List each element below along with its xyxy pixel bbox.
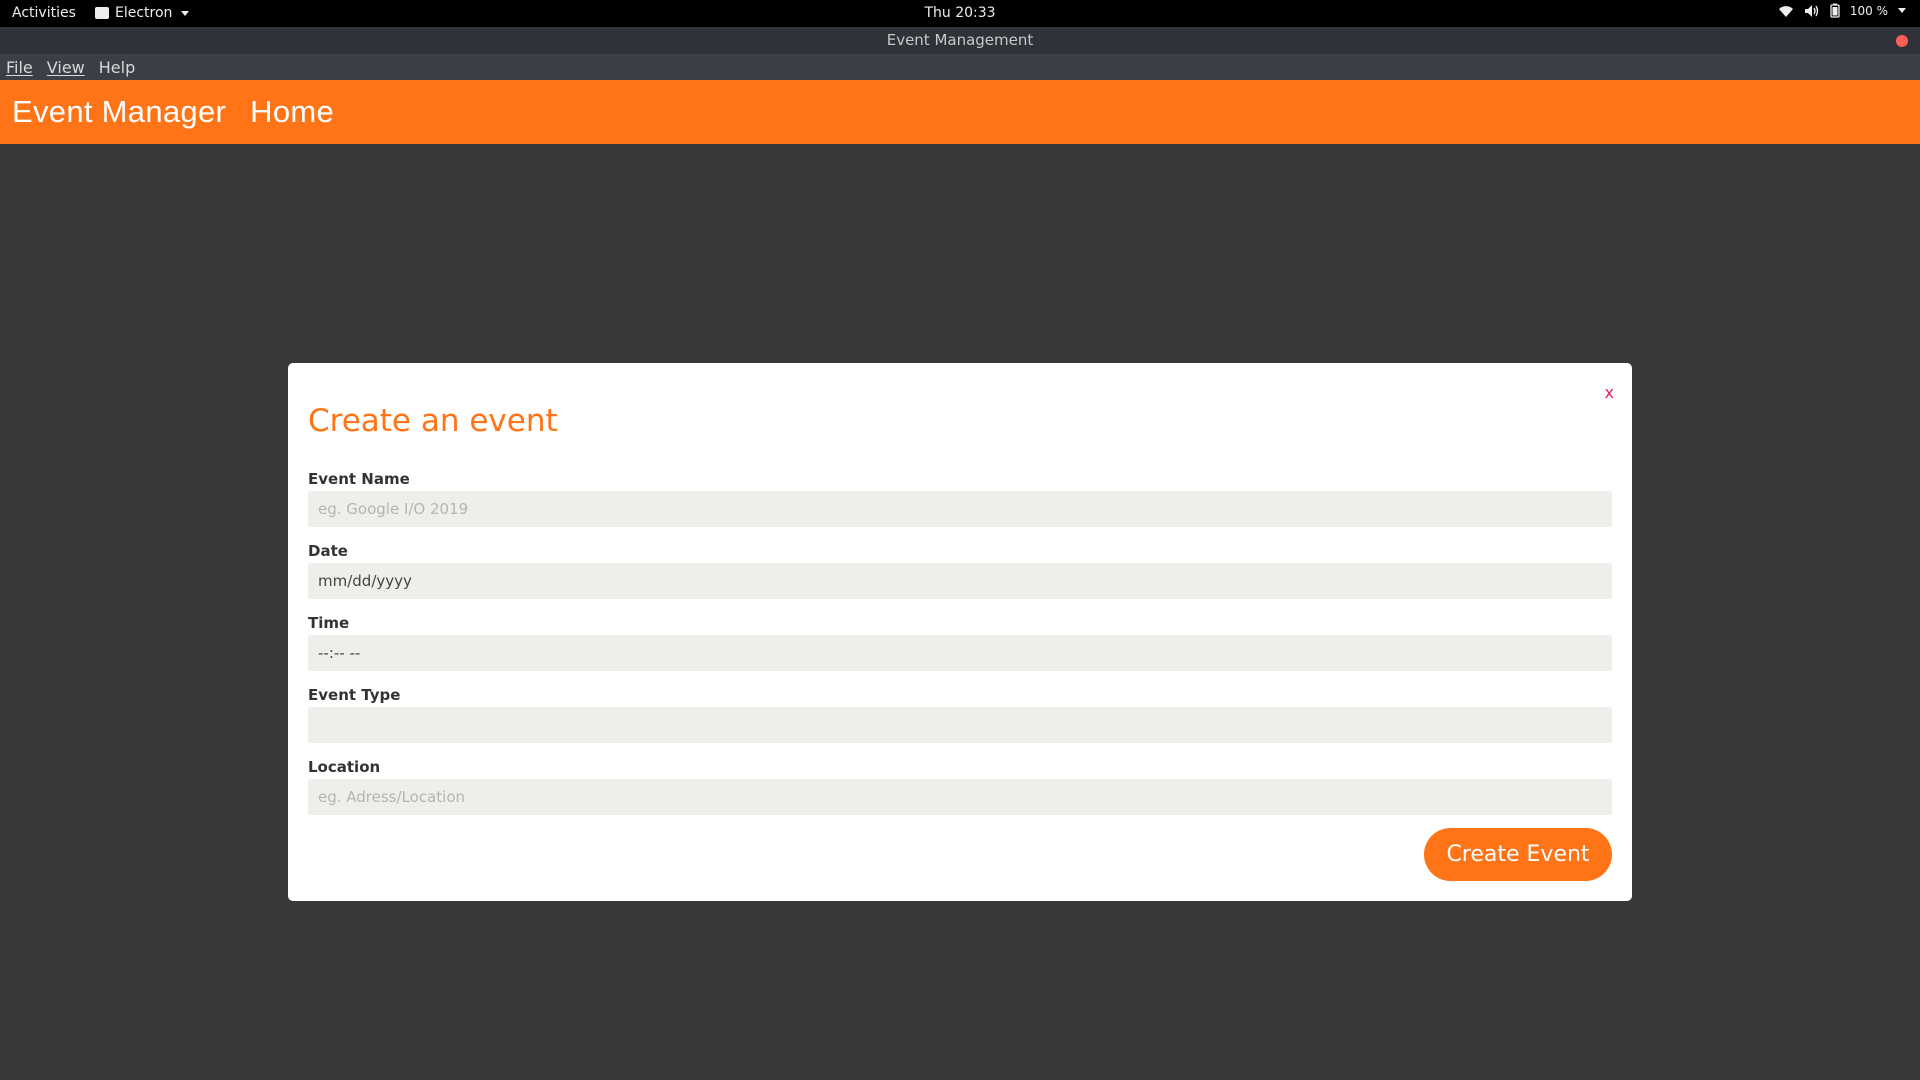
- nav-home-link[interactable]: Home: [250, 94, 334, 130]
- date-field: Date mm/dd/yyyy: [308, 539, 1612, 599]
- modal-title: Create an event: [308, 403, 558, 439]
- window-title: Event Management: [886, 31, 1034, 49]
- create-event-button[interactable]: Create Event: [1424, 828, 1612, 881]
- window-close-button[interactable]: [1896, 35, 1908, 47]
- location-input[interactable]: eg. Adress/Location: [308, 779, 1612, 815]
- battery-icon: [1830, 3, 1840, 18]
- date-label: Date: [308, 542, 348, 560]
- chevron-down-icon: [1898, 8, 1906, 13]
- time-input[interactable]: --:-- --: [308, 635, 1612, 671]
- time-label: Time: [308, 614, 350, 632]
- menu-bar: File View Help: [0, 54, 1920, 80]
- event-name-label: Event Name: [308, 470, 410, 488]
- battery-percent: 100 %: [1849, 3, 1888, 18]
- menu-view[interactable]: View: [47, 58, 85, 77]
- event-type-label: Event Type: [308, 686, 401, 704]
- system-top-bar: Activities Electron Thu 20:33 100 %: [0, 0, 1920, 27]
- date-input[interactable]: mm/dd/yyyy: [308, 563, 1612, 599]
- system-tray[interactable]: 100 %: [1778, 3, 1906, 18]
- event-type-input[interactable]: [308, 707, 1612, 743]
- location-field: Location eg. Adress/Location: [308, 755, 1612, 815]
- wifi-icon: [1778, 5, 1793, 17]
- volume-icon: [1804, 4, 1819, 17]
- clock[interactable]: Thu 20:33: [0, 5, 1920, 21]
- menu-help[interactable]: Help: [99, 58, 135, 77]
- menu-file[interactable]: File: [6, 58, 33, 77]
- time-field: Time --:-- --: [308, 611, 1612, 671]
- brand-title[interactable]: Event Manager: [12, 94, 226, 130]
- event-name-field: Event Name eg. Google I/O 2019: [308, 467, 1612, 527]
- event-name-input[interactable]: eg. Google I/O 2019: [308, 491, 1612, 527]
- location-label: Location: [308, 758, 381, 776]
- event-type-field: Event Type: [308, 683, 1612, 743]
- create-event-modal: x Create an event Event Name eg. Google …: [288, 363, 1632, 901]
- window-title-bar[interactable]: Event Management: [0, 27, 1920, 54]
- app-header: Event Manager Home: [0, 80, 1920, 144]
- close-icon[interactable]: x: [1605, 383, 1614, 402]
